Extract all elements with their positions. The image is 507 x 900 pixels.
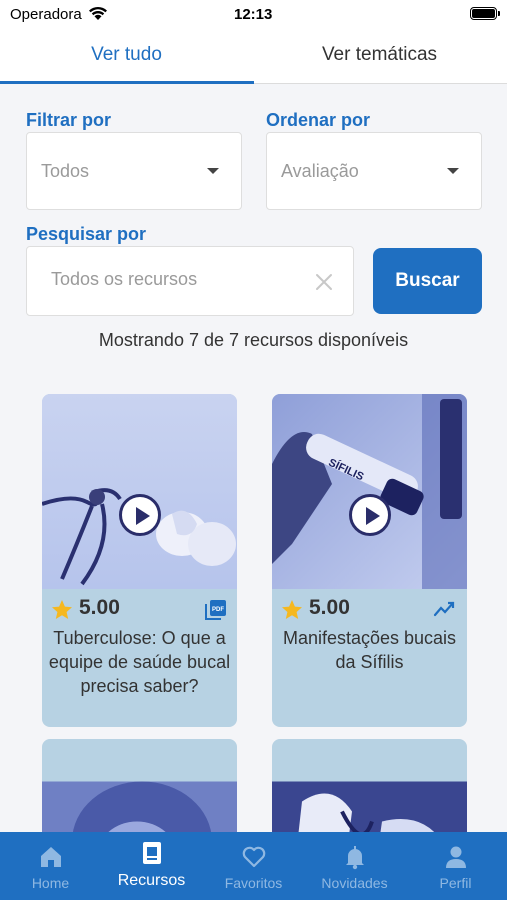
home-icon bbox=[41, 847, 61, 867]
carrier-name: Operadora bbox=[10, 6, 82, 23]
caret-down-icon bbox=[447, 168, 459, 174]
order-select-value: Avaliação bbox=[281, 161, 359, 181]
clear-icon[interactable] bbox=[315, 273, 333, 291]
svg-text:PDF: PDF bbox=[212, 607, 224, 613]
nav-label: Favoritos bbox=[224, 875, 283, 891]
play-icon[interactable] bbox=[119, 494, 161, 536]
card-rating: 5.00 bbox=[79, 596, 120, 619]
nav-label: Novidades bbox=[321, 875, 388, 891]
nav-home[interactable]: Home bbox=[0, 832, 101, 900]
tab-ver-tudo[interactable]: Ver tudo bbox=[0, 30, 253, 84]
person-icon bbox=[446, 846, 466, 868]
nav-label: Perfil bbox=[439, 875, 472, 891]
results-count: Mostrando 7 de 7 recursos disponíveis bbox=[98, 330, 409, 350]
card-title: Manifestações bucais da Sífilis bbox=[282, 628, 457, 672]
search-label: Pesquisar por bbox=[26, 224, 147, 244]
search-field bbox=[26, 246, 354, 316]
resource-card[interactable]: 5.00 PDF Tuberculose: O que a equipe de … bbox=[42, 394, 237, 727]
play-icon[interactable] bbox=[349, 494, 391, 536]
tab-bar: Ver tudo Ver temáticas bbox=[0, 30, 507, 84]
nav-label: Home bbox=[31, 875, 70, 891]
nav-perfil[interactable]: Perfil bbox=[405, 832, 506, 900]
search-button[interactable]: Buscar bbox=[373, 248, 482, 314]
bell-icon bbox=[346, 846, 364, 870]
clock: 12:13 bbox=[234, 6, 273, 23]
heart-icon bbox=[242, 846, 266, 868]
caret-down-icon bbox=[207, 168, 219, 174]
pdf-icon: PDF bbox=[205, 600, 226, 620]
order-label: Ordenar por bbox=[266, 110, 371, 130]
card-title: Tuberculose: O que a equipe de saúde buc… bbox=[48, 628, 231, 696]
filter-select[interactable]: Todos bbox=[26, 132, 242, 210]
battery-icon bbox=[470, 7, 500, 20]
card-rating: 5.00 bbox=[309, 596, 350, 619]
search-input[interactable] bbox=[51, 269, 301, 290]
filter-select-value: Todos bbox=[41, 161, 90, 181]
active-tab-indicator bbox=[0, 81, 254, 84]
order-select[interactable]: Avaliação bbox=[266, 132, 482, 210]
star-icon bbox=[52, 600, 72, 619]
tab-ver-tematicas[interactable]: Ver temáticas bbox=[253, 30, 506, 84]
wifi-icon bbox=[89, 6, 107, 20]
resources-icon bbox=[143, 842, 161, 864]
card-image-tuberculose bbox=[42, 394, 237, 589]
trending-icon bbox=[433, 601, 455, 617]
star-icon bbox=[282, 600, 302, 619]
nav-recursos[interactable]: Recursos bbox=[101, 832, 202, 900]
nav-favoritos[interactable]: Favoritos bbox=[203, 832, 304, 900]
nav-label: Recursos bbox=[117, 872, 186, 889]
bottom-nav: Home Recursos Favoritos Novidades Perfil bbox=[0, 832, 507, 900]
filter-label: Filtrar por bbox=[26, 110, 112, 130]
card-image-sifilis: SÍFILIS bbox=[272, 394, 467, 589]
status-bar: Operadora 12:13 bbox=[0, 0, 507, 30]
nav-novidades[interactable]: Novidades bbox=[304, 832, 405, 900]
resource-card[interactable]: SÍFILIS 5.00 Manifestações bucais da Síf… bbox=[272, 394, 467, 727]
